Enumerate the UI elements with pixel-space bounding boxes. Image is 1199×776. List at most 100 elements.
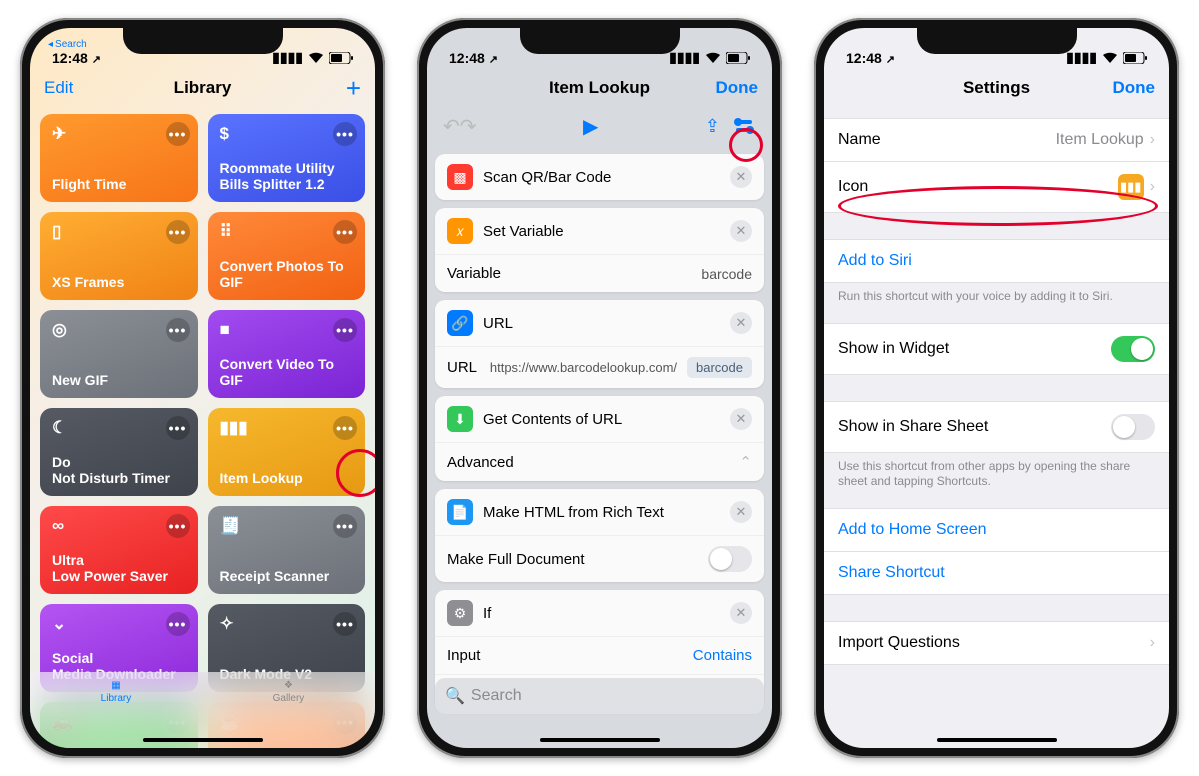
- link-icon: 🔗: [447, 310, 473, 336]
- toggle-full-document[interactable]: [708, 546, 752, 572]
- remove-icon[interactable]: ✕: [730, 312, 752, 334]
- action-url[interactable]: 🔗URL✕ URLhttps://www.barcodelookup.com/b…: [435, 300, 764, 388]
- cell-share-sheet[interactable]: Show in Share Sheet: [824, 401, 1169, 453]
- play-button[interactable]: ▶: [583, 114, 598, 139]
- action-get-contents[interactable]: ⬇Get Contents of URL✕ Advanced⌃: [435, 396, 764, 481]
- gear-icon: ⚙: [447, 600, 473, 626]
- action-scan-barcode[interactable]: ▩Scan QR/Bar Code✕: [435, 154, 764, 200]
- more-button[interactable]: •••: [166, 220, 190, 244]
- cell-share-shortcut[interactable]: Share Shortcut: [824, 552, 1169, 595]
- done-button[interactable]: Done: [716, 78, 759, 98]
- search-input[interactable]: 🔍 Search: [435, 678, 764, 714]
- variable-token[interactable]: barcode: [687, 357, 752, 378]
- clock: 12:48 ↗: [52, 50, 101, 66]
- shortcut-tile[interactable]: ☾Do Not Disturb Timer•••: [40, 408, 198, 496]
- done-button[interactable]: Done: [1113, 78, 1156, 98]
- home-indicator[interactable]: [540, 738, 660, 742]
- download-icon: ⬇: [447, 406, 473, 432]
- more-button[interactable]: •••: [166, 514, 190, 538]
- chevron-right-icon: ›: [1150, 634, 1155, 652]
- phone-library: ◂ Search 12:48 ↗ ▮▮▮▮ Edit Library + ✈Fl…: [20, 18, 385, 758]
- signal-icon: ▮▮▮▮: [1066, 49, 1097, 66]
- shortcut-tile[interactable]: $Roommate Utility Bills Splitter 1.2•••: [208, 114, 366, 202]
- more-button[interactable]: •••: [166, 612, 190, 636]
- add-button[interactable]: +: [346, 73, 361, 104]
- more-button[interactable]: •••: [333, 318, 357, 342]
- more-button[interactable]: •••: [333, 612, 357, 636]
- cell-import-questions[interactable]: Import Questions ›: [824, 621, 1169, 665]
- tile-label: Flight Time: [52, 176, 186, 192]
- back-to-search[interactable]: ◂ Search: [48, 39, 87, 50]
- share-footnote: Use this shortcut from other apps by ope…: [824, 453, 1169, 508]
- document-icon: 📄: [447, 499, 473, 525]
- more-button[interactable]: •••: [333, 416, 357, 440]
- chevron-right-icon: ›: [1150, 131, 1155, 149]
- cell-icon[interactable]: Icon ▮▮▮ ›: [824, 162, 1169, 213]
- siri-footnote: Run this shortcut with your voice by add…: [824, 283, 1169, 323]
- tile-label: Do Not Disturb Timer: [52, 454, 186, 486]
- remove-icon[interactable]: ✕: [730, 602, 752, 624]
- cell-add-home[interactable]: Add to Home Screen: [824, 508, 1169, 552]
- tab-library[interactable]: ▦ Library: [101, 680, 132, 704]
- battery-icon: [1123, 52, 1147, 64]
- qrcode-icon: ▩: [447, 164, 473, 190]
- toggle-share-sheet[interactable]: [1111, 414, 1155, 440]
- home-indicator[interactable]: [143, 738, 263, 742]
- more-button[interactable]: •••: [333, 220, 357, 244]
- tile-label: Receipt Scanner: [220, 568, 354, 584]
- remove-icon[interactable]: ✕: [730, 166, 752, 188]
- home-indicator[interactable]: [937, 738, 1057, 742]
- edit-button[interactable]: Edit: [44, 78, 73, 98]
- action-set-variable[interactable]: 𝑥Set Variable✕ Variablebarcode: [435, 208, 764, 292]
- barcode-icon: ▮▮▮: [1118, 174, 1144, 200]
- tile-label: Convert Photos To GIF: [220, 258, 354, 290]
- shortcut-tile[interactable]: 🧾Receipt Scanner•••: [208, 506, 366, 594]
- tab-gallery[interactable]: ❖ Gallery: [273, 680, 305, 704]
- more-button[interactable]: •••: [166, 416, 190, 440]
- battery-icon: [329, 52, 353, 64]
- tile-label: Ultra Low Power Saver: [52, 552, 186, 584]
- wifi-icon: [1102, 52, 1118, 64]
- clock: 12:48 ↗: [846, 50, 895, 66]
- shortcut-tile[interactable]: ∞Ultra Low Power Saver•••: [40, 506, 198, 594]
- tile-label: Roommate Utility Bills Splitter 1.2: [220, 160, 354, 192]
- action-make-html[interactable]: 📄Make HTML from Rich Text✕ Make Full Doc…: [435, 489, 764, 582]
- shortcut-tile[interactable]: ⠿Convert Photos To GIF•••: [208, 212, 366, 300]
- library-title: Library: [174, 78, 232, 98]
- shortcut-tile[interactable]: ▯XS Frames•••: [40, 212, 198, 300]
- shortcut-tile[interactable]: ■Convert Video To GIF•••: [208, 310, 366, 398]
- phone-settings: 12:48 ↗ ▮▮▮▮ Settings Done Name Item Loo…: [814, 18, 1179, 758]
- settings-toggle-icon[interactable]: [732, 117, 756, 135]
- share-icon[interactable]: ⇪: [705, 116, 720, 137]
- battery-icon: [726, 52, 750, 64]
- wifi-icon: [705, 52, 721, 64]
- cell-show-widget[interactable]: Show in Widget: [824, 323, 1169, 375]
- shortcut-tile[interactable]: ✈Flight Time•••: [40, 114, 198, 202]
- cell-add-to-siri[interactable]: Add to Siri: [824, 239, 1169, 283]
- signal-icon: ▮▮▮▮: [669, 49, 700, 66]
- more-button[interactable]: •••: [166, 318, 190, 342]
- clock: 12:48 ↗: [449, 50, 498, 66]
- settings-title: Settings: [963, 78, 1030, 98]
- more-button[interactable]: •••: [166, 122, 190, 146]
- tile-label: New GIF: [52, 372, 186, 388]
- phone-editor: 12:48 ↗ ▮▮▮▮ Item Lookup Done ↶ ↷ ▶ ⇪ ▩S…: [417, 18, 782, 758]
- chevron-up-icon[interactable]: ⌃: [739, 453, 752, 471]
- more-button[interactable]: •••: [333, 514, 357, 538]
- tab-bar: ▦ Library ❖ Gallery: [30, 672, 375, 748]
- remove-icon[interactable]: ✕: [730, 501, 752, 523]
- name-value: Item Lookup: [1056, 131, 1144, 149]
- stack-icon: ❖: [284, 680, 293, 691]
- cell-name[interactable]: Name Item Lookup ›: [824, 118, 1169, 162]
- more-button[interactable]: •••: [333, 122, 357, 146]
- tile-label: Item Lookup: [220, 470, 354, 486]
- remove-icon[interactable]: ✕: [730, 220, 752, 242]
- redo-button[interactable]: ↷: [460, 114, 477, 139]
- undo-button[interactable]: ↶: [443, 114, 460, 139]
- editor-title: Item Lookup: [549, 78, 650, 98]
- shortcut-tile[interactable]: ▮▮▮Item Lookup•••: [208, 408, 366, 496]
- remove-icon[interactable]: ✕: [730, 408, 752, 430]
- library-nav: Edit Library +: [30, 68, 375, 108]
- shortcut-tile[interactable]: ◎New GIF•••: [40, 310, 198, 398]
- toggle-show-widget[interactable]: [1111, 336, 1155, 362]
